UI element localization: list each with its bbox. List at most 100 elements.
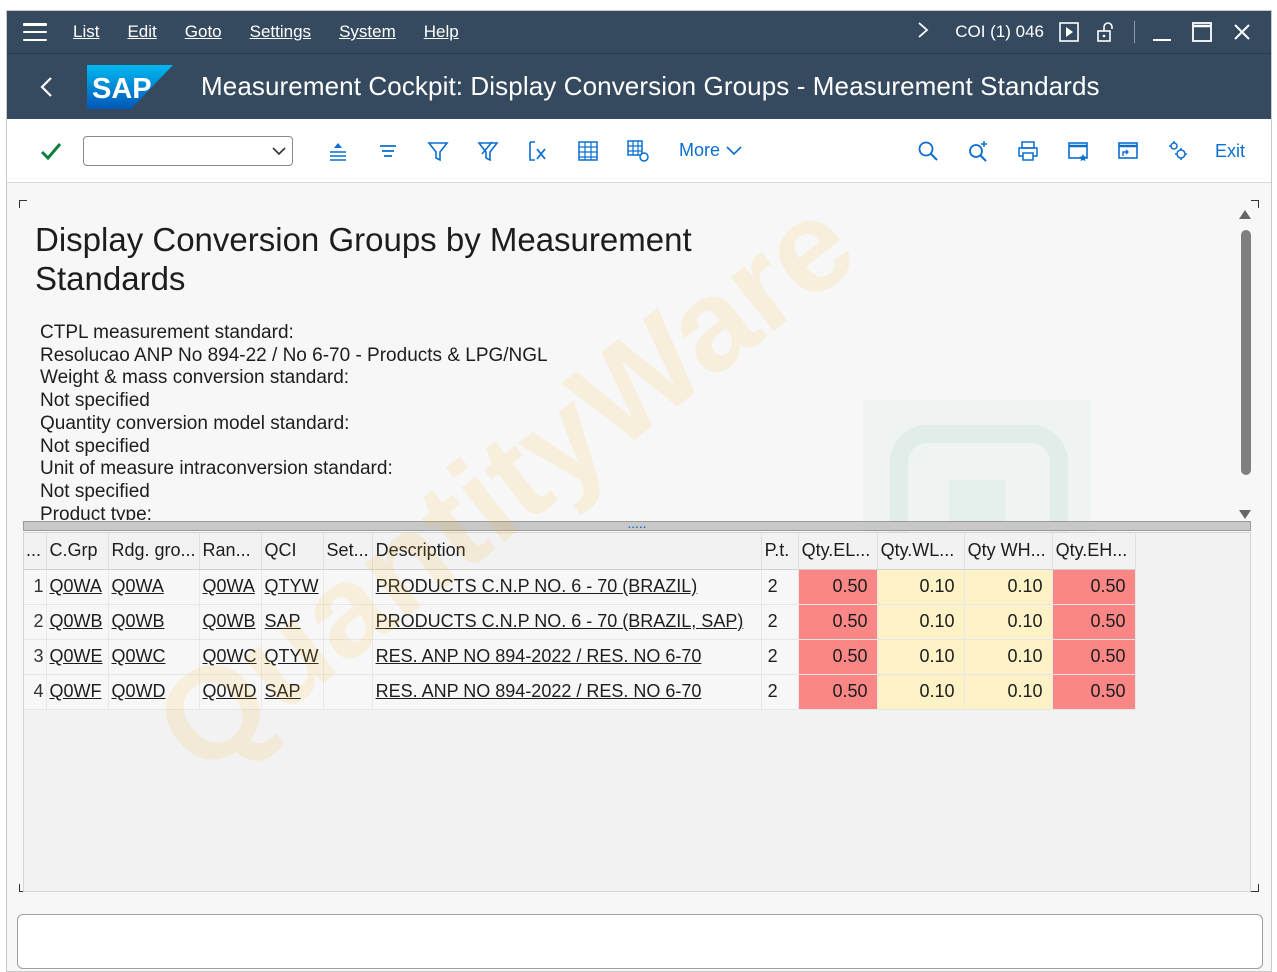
splitter-bar[interactable]: ..... [23, 521, 1251, 531]
cell-qty-wl: 0.10 [877, 674, 965, 710]
scroll-up-icon[interactable] [1239, 210, 1251, 219]
table-layout-icon[interactable] [575, 138, 601, 164]
cell-cgrp[interactable]: Q0WB [46, 604, 109, 640]
cell-cgrp[interactable]: Q0WF [46, 674, 109, 710]
menu-list[interactable]: List [73, 22, 99, 42]
separator [1134, 21, 1135, 43]
search-icon[interactable] [915, 138, 941, 164]
cell-cgrp[interactable]: Q0WE [46, 639, 109, 675]
menu-bar: List Edit Goto Settings System Help COI … [7, 11, 1271, 53]
corner-marker [1251, 200, 1259, 208]
new-session-icon[interactable] [1065, 138, 1091, 164]
col-header-range[interactable]: Ran... [199, 533, 262, 570]
cell-rdg-group[interactable]: Q0WA [108, 569, 200, 605]
remove-filter-icon[interactable] [475, 138, 501, 164]
scroll-down-icon[interactable] [1239, 510, 1251, 519]
hamburger-menu-icon[interactable] [23, 23, 47, 41]
back-icon[interactable] [39, 76, 61, 98]
more-label: More [679, 140, 721, 160]
chevron-down-icon[interactable] [272, 144, 286, 158]
report-content: Display Conversion Groups by Measurement… [7, 168, 1271, 904]
corner-marker [19, 200, 27, 208]
cell-description[interactable]: RES. ANP NO 894-2022 / RES. NO 6-70 [372, 639, 762, 675]
col-header-qty-eh[interactable]: Qty.EH... [1052, 533, 1136, 570]
svg-text:SAP: SAP [92, 73, 152, 105]
info-line: Not specified [40, 480, 150, 502]
filter-icon[interactable] [425, 138, 451, 164]
command-field[interactable] [83, 135, 293, 166]
sap-logo: SAP [87, 64, 173, 109]
cell-pt: 2 [761, 604, 799, 640]
table-header-row: ... C.Grp Rdg. gro... Ran... QCI Set... … [24, 533, 1136, 570]
system-info: COI (1) 046 [955, 22, 1044, 41]
menu-edit[interactable]: Edit [127, 22, 156, 42]
exit-button[interactable]: Exit [1215, 141, 1245, 162]
vertical-scrollbar[interactable] [1239, 210, 1251, 522]
report-title: Display Conversion Groups by Measurement… [35, 221, 692, 297]
cell-description[interactable]: RES. ANP NO 894-2022 / RES. NO 6-70 [372, 674, 762, 710]
cell-qty-eh: 0.50 [1052, 604, 1136, 640]
row-number: 4 [24, 674, 47, 710]
print-icon[interactable] [1015, 138, 1041, 164]
sort-ascending-icon[interactable] [325, 138, 351, 164]
row-number: 2 [24, 604, 47, 640]
menu-goto[interactable]: Goto [185, 22, 222, 42]
cell-rdg-group[interactable]: Q0WB [108, 604, 200, 640]
cell-qty-wl: 0.10 [877, 569, 965, 605]
status-bar [17, 914, 1263, 969]
col-header-cgrp[interactable]: C.Grp [46, 533, 109, 570]
col-header-rownum[interactable]: ... [24, 533, 47, 570]
chevron-down-icon [726, 145, 742, 155]
cell-qty-eh: 0.50 [1052, 639, 1136, 675]
play-icon[interactable] [1058, 21, 1080, 43]
page-title: Measurement Cockpit: Display Conversion … [201, 71, 1100, 101]
cell-qty-wh: 0.10 [964, 674, 1053, 710]
table-settings-icon[interactable] [625, 138, 651, 164]
create-shortcut-icon[interactable] [1115, 138, 1141, 164]
corner-marker [1251, 884, 1259, 892]
col-header-qty-el[interactable]: Qty.EL... [798, 533, 878, 570]
cell-qty-wh: 0.10 [964, 604, 1053, 640]
cell-qty-el: 0.50 [798, 674, 878, 710]
settings-gear-icon[interactable] [1165, 138, 1191, 164]
unlock-icon[interactable] [1096, 21, 1118, 43]
maximize-icon[interactable] [1191, 21, 1213, 43]
col-header-qty-wh[interactable]: Qty WH... [964, 533, 1053, 570]
row-number: 3 [24, 639, 47, 675]
cell-qty-wl: 0.10 [877, 639, 965, 675]
table-row[interactable]: 1 Q0WA Q0WA Q0WA QTYW PRODUCTS C.N.P NO.… [24, 569, 1136, 605]
splitter-grip-icon[interactable]: ..... [628, 521, 647, 531]
formula-sum-icon[interactable] [525, 138, 551, 164]
cell-qty-wh: 0.10 [964, 569, 1053, 605]
cell-qty-el: 0.50 [798, 569, 878, 605]
cell-qty-el: 0.50 [798, 604, 878, 640]
application-toolbar: More Exit [7, 119, 1271, 183]
menu-help[interactable]: Help [424, 22, 459, 42]
close-icon[interactable] [1231, 21, 1253, 43]
col-header-pt[interactable]: P.t. [761, 533, 799, 570]
menu-system[interactable]: System [339, 22, 396, 42]
enter-check-icon[interactable] [39, 139, 63, 163]
info-line: Product type: [40, 503, 152, 520]
cell-qty-wh: 0.10 [964, 639, 1053, 675]
cell-qty-eh: 0.50 [1052, 569, 1136, 605]
sort-descending-icon[interactable] [375, 138, 401, 164]
cell-qty-wl: 0.10 [877, 604, 965, 640]
cell-cgrp[interactable]: Q0WA [46, 569, 109, 605]
search-next-icon[interactable] [965, 138, 991, 164]
cell-pt: 2 [761, 639, 799, 675]
col-header-rdg-group[interactable]: Rdg. gro... [108, 533, 200, 570]
cell-pt: 2 [761, 674, 799, 710]
menu-settings[interactable]: Settings [250, 22, 311, 42]
sap-gui-window: List Edit Goto Settings System Help COI … [6, 10, 1272, 972]
cell-qty-el: 0.50 [798, 639, 878, 675]
more-menu-button[interactable]: More [679, 140, 742, 161]
cell-pt: 2 [761, 569, 799, 605]
title-bar: SAP Measurement Cockpit: Display Convers… [7, 53, 1271, 119]
chevron-right-icon[interactable] [917, 21, 929, 44]
row-number: 1 [24, 569, 47, 605]
scrollbar-thumb[interactable] [1241, 230, 1251, 475]
col-header-qty-wl[interactable]: Qty.WL... [877, 533, 965, 570]
minimize-icon[interactable] [1151, 21, 1173, 43]
cell-qty-eh: 0.50 [1052, 674, 1136, 710]
